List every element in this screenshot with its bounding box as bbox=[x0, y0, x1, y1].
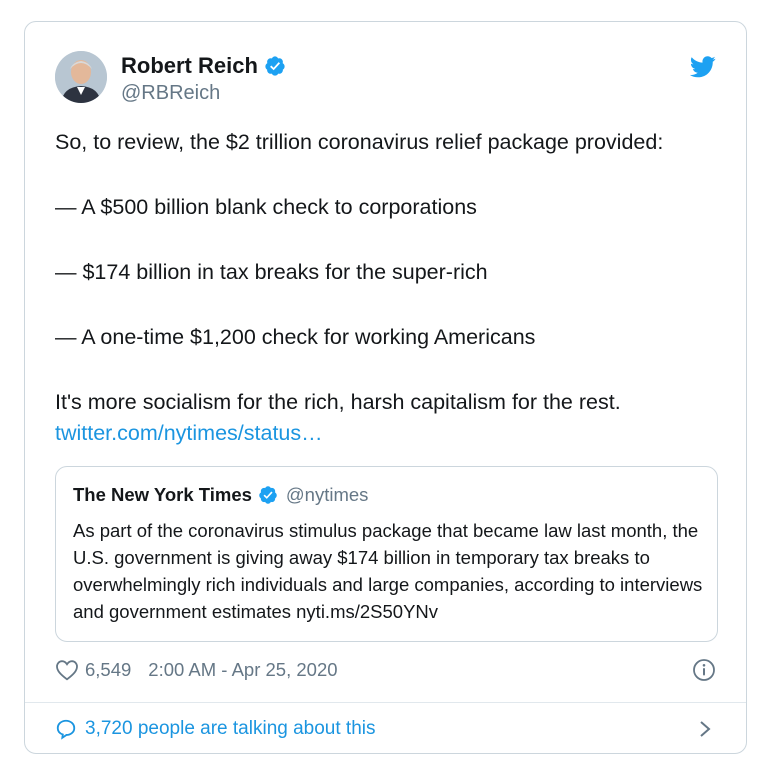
heart-icon[interactable] bbox=[55, 659, 79, 681]
comment-icon bbox=[56, 719, 76, 740]
tweet-link[interactable]: twitter.com/nytimes/status… bbox=[55, 421, 323, 446]
verified-badge-icon bbox=[259, 486, 277, 504]
tweet-line: — A one-time $1,200 check for working Am… bbox=[55, 325, 536, 349]
talking-about-text[interactable]: 3,720 people are talking about this bbox=[85, 718, 376, 740]
quoted-tweet-header: The New York Times @nytimes bbox=[73, 484, 368, 506]
info-icon[interactable] bbox=[692, 658, 716, 682]
avatar[interactable] bbox=[55, 51, 107, 103]
twitter-bird-icon[interactable] bbox=[690, 56, 716, 78]
author-name-text[interactable]: Robert Reich bbox=[121, 53, 258, 79]
quoted-tweet[interactable]: The New York Times @nytimes As part of t… bbox=[55, 466, 718, 642]
timestamp[interactable]: 2:00 AM - Apr 25, 2020 bbox=[148, 659, 337, 681]
tweet-meta: 6,549 2:00 AM - Apr 25, 2020 bbox=[55, 659, 338, 681]
author-name[interactable]: Robert Reich bbox=[121, 53, 286, 79]
tweet-line: — $174 billion in tax breaks for the sup… bbox=[55, 260, 488, 284]
chevron-right-icon[interactable] bbox=[698, 719, 712, 739]
like-count[interactable]: 6,549 bbox=[85, 659, 131, 681]
tweet-line: — A $500 billion blank check to corporat… bbox=[55, 195, 477, 219]
quoted-author-handle[interactable]: @nytimes bbox=[286, 484, 369, 506]
quoted-tweet-text: As part of the coronavirus stimulus pack… bbox=[73, 520, 703, 622]
tweet-line: So, to review, the $2 trillion coronavir… bbox=[55, 130, 664, 154]
talking-about-link[interactable]: 3,720 people are talking about this bbox=[55, 718, 376, 740]
quoted-author-name[interactable]: The New York Times bbox=[73, 484, 252, 506]
tweet-card: Robert Reich @RBReich So, to review, the… bbox=[24, 21, 747, 754]
tweet-line: It's more socialism for the rich, harsh … bbox=[55, 390, 621, 414]
author-handle[interactable]: @RBReich bbox=[121, 82, 220, 105]
verified-badge-icon bbox=[265, 56, 285, 76]
divider bbox=[25, 702, 746, 703]
